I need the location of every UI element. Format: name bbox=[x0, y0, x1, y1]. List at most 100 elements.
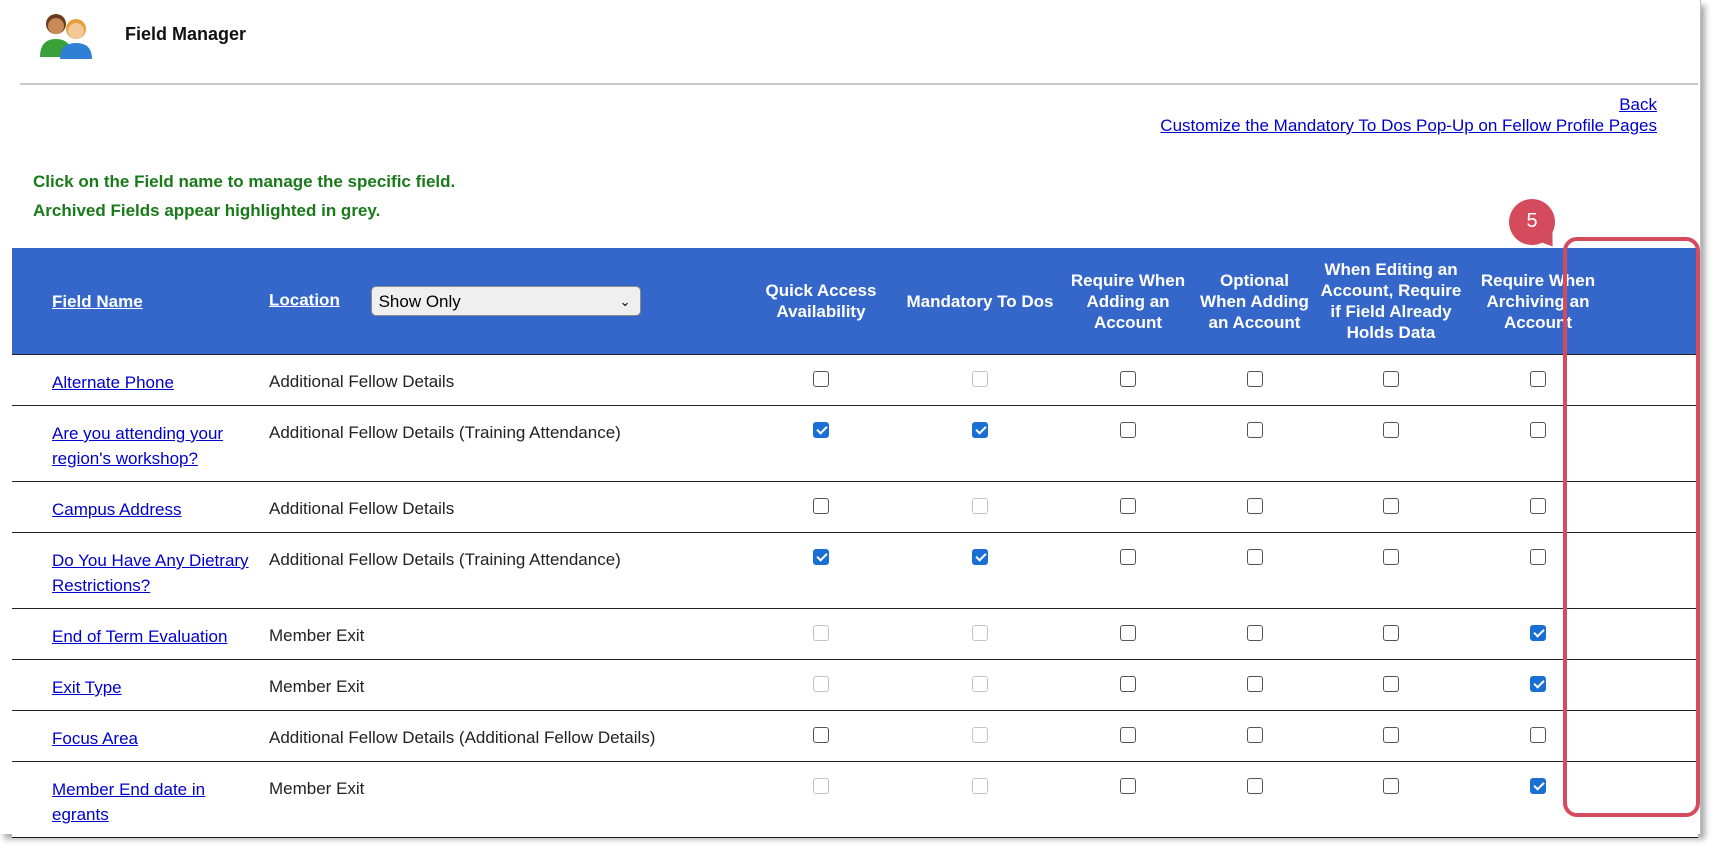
optional-adding-checkbox[interactable] bbox=[1246, 676, 1263, 692]
cell-quick-access bbox=[745, 354, 897, 406]
header-require-editing: When Editing an Account, Require if Fiel… bbox=[1316, 248, 1466, 355]
require-archiving-checkbox[interactable] bbox=[1530, 498, 1546, 514]
require-adding-checkbox[interactable] bbox=[1120, 778, 1136, 794]
quick-access-checkbox bbox=[813, 625, 829, 641]
cell-quick-access bbox=[745, 710, 897, 762]
location-filter-select[interactable]: Show Only ⌄ bbox=[370, 286, 641, 316]
quick-access-checkbox[interactable] bbox=[813, 727, 829, 743]
mandatory-todos-checkbox bbox=[972, 676, 988, 692]
require-editing-checkbox[interactable] bbox=[1383, 778, 1399, 794]
require-adding-checkbox[interactable] bbox=[1120, 498, 1136, 514]
optional-adding-checkbox[interactable] bbox=[1246, 625, 1263, 641]
optional-adding-checkbox[interactable] bbox=[1246, 727, 1263, 743]
quick-access-checkbox[interactable] bbox=[813, 422, 829, 438]
optional-adding-checkbox[interactable] bbox=[1246, 371, 1263, 387]
cell-require-adding bbox=[1063, 532, 1193, 609]
field-name-link[interactable]: Exit Type bbox=[52, 678, 122, 697]
info-line-2: Archived Fields appear highlighted in gr… bbox=[33, 201, 381, 220]
mandatory-todos-checkbox[interactable] bbox=[972, 422, 988, 438]
require-archiving-checkbox[interactable] bbox=[1530, 778, 1546, 794]
annotation-step-badge: 5 bbox=[1509, 199, 1555, 245]
require-adding-checkbox[interactable] bbox=[1120, 422, 1136, 438]
cell-require-adding bbox=[1063, 354, 1193, 406]
cell-optional-adding bbox=[1193, 659, 1316, 711]
back-link[interactable]: Back bbox=[1160, 94, 1657, 115]
require-archiving-checkbox[interactable] bbox=[1530, 676, 1546, 692]
require-archiving-checkbox[interactable] bbox=[1530, 727, 1546, 743]
cell-location: Member Exit bbox=[255, 659, 745, 711]
require-adding-checkbox[interactable] bbox=[1120, 676, 1136, 692]
quick-access-checkbox[interactable] bbox=[813, 498, 829, 514]
sort-field-name-link[interactable]: Field Name bbox=[52, 292, 143, 311]
require-editing-checkbox[interactable] bbox=[1383, 371, 1399, 387]
cell-mandatory bbox=[897, 761, 1063, 838]
cell-optional-adding bbox=[1193, 405, 1316, 482]
annotation-highlight-box bbox=[1563, 237, 1700, 817]
cell-mandatory bbox=[897, 354, 1063, 406]
require-adding-checkbox[interactable] bbox=[1120, 549, 1136, 565]
field-name-link[interactable]: Campus Address bbox=[52, 500, 181, 519]
field-name-link[interactable]: Member End date in egrants bbox=[52, 780, 205, 824]
cell-mandatory bbox=[897, 481, 1063, 533]
field-name-link[interactable]: Do You Have Any Dietrary Restrictions? bbox=[52, 551, 249, 595]
cell-field-name: Exit Type bbox=[12, 659, 255, 711]
quick-access-checkbox[interactable] bbox=[813, 549, 829, 565]
cell-require-editing bbox=[1316, 659, 1466, 711]
cell-quick-access bbox=[745, 532, 897, 609]
optional-adding-checkbox[interactable] bbox=[1246, 549, 1263, 565]
cell-field-name: Campus Address bbox=[12, 481, 255, 533]
cell-location: Member Exit bbox=[255, 761, 745, 838]
optional-adding-checkbox[interactable] bbox=[1246, 422, 1263, 438]
location-filter-value: Show Only bbox=[378, 292, 461, 311]
cell-field-name: Focus Area bbox=[12, 710, 255, 762]
info-line-1: Click on the Field name to manage the sp… bbox=[33, 172, 456, 191]
cell-require-adding bbox=[1063, 710, 1193, 762]
require-archiving-checkbox[interactable] bbox=[1530, 371, 1546, 387]
mandatory-todos-checkbox bbox=[972, 625, 988, 641]
require-editing-checkbox[interactable] bbox=[1383, 549, 1399, 565]
require-editing-checkbox[interactable] bbox=[1383, 422, 1399, 438]
users-icon bbox=[40, 14, 92, 59]
cell-require-editing bbox=[1316, 532, 1466, 609]
cell-quick-access bbox=[745, 761, 897, 838]
cell-optional-adding bbox=[1193, 481, 1316, 533]
quick-access-checkbox[interactable] bbox=[813, 371, 829, 387]
cell-optional-adding bbox=[1193, 608, 1316, 660]
require-adding-checkbox[interactable] bbox=[1120, 727, 1136, 743]
require-archiving-checkbox[interactable] bbox=[1530, 422, 1546, 438]
cell-require-adding bbox=[1063, 659, 1193, 711]
header-require-adding: Require When Adding an Account bbox=[1063, 248, 1193, 355]
field-name-link[interactable]: Focus Area bbox=[52, 729, 138, 748]
top-links: Back Customize the Mandatory To Dos Pop-… bbox=[1160, 94, 1657, 136]
require-archiving-checkbox[interactable] bbox=[1530, 549, 1546, 565]
mandatory-todos-checkbox bbox=[972, 778, 988, 794]
quick-access-checkbox bbox=[813, 676, 829, 692]
require-editing-checkbox[interactable] bbox=[1383, 498, 1399, 514]
field-name-link[interactable]: End of Term Evaluation bbox=[52, 627, 227, 646]
optional-adding-checkbox[interactable] bbox=[1246, 498, 1263, 514]
require-adding-checkbox[interactable] bbox=[1120, 625, 1136, 641]
cell-mandatory bbox=[897, 710, 1063, 762]
require-adding-checkbox[interactable] bbox=[1120, 371, 1136, 387]
cell-field-name: Member End date in egrants bbox=[12, 761, 255, 838]
header-quick-access: Quick Access Availability bbox=[745, 248, 897, 355]
optional-adding-checkbox[interactable] bbox=[1246, 778, 1263, 794]
customize-mandatory-todos-link[interactable]: Customize the Mandatory To Dos Pop-Up on… bbox=[1160, 115, 1657, 136]
cell-location: Additional Fellow Details (Training Atte… bbox=[255, 532, 745, 609]
require-archiving-checkbox[interactable] bbox=[1530, 625, 1546, 641]
cell-quick-access bbox=[745, 608, 897, 660]
header-field-name: Field Name bbox=[12, 248, 255, 355]
cell-require-editing bbox=[1316, 608, 1466, 660]
cell-require-editing bbox=[1316, 710, 1466, 762]
divider bbox=[20, 83, 1698, 85]
require-editing-checkbox[interactable] bbox=[1383, 676, 1399, 692]
require-editing-checkbox[interactable] bbox=[1383, 625, 1399, 641]
field-name-link[interactable]: Are you attending your region's workshop… bbox=[52, 424, 223, 468]
sort-location-link[interactable]: Location bbox=[269, 290, 340, 309]
cell-location: Member Exit bbox=[255, 608, 745, 660]
cell-require-adding bbox=[1063, 405, 1193, 482]
cell-require-editing bbox=[1316, 405, 1466, 482]
mandatory-todos-checkbox[interactable] bbox=[972, 549, 988, 565]
field-name-link[interactable]: Alternate Phone bbox=[52, 373, 174, 392]
require-editing-checkbox[interactable] bbox=[1383, 727, 1399, 743]
